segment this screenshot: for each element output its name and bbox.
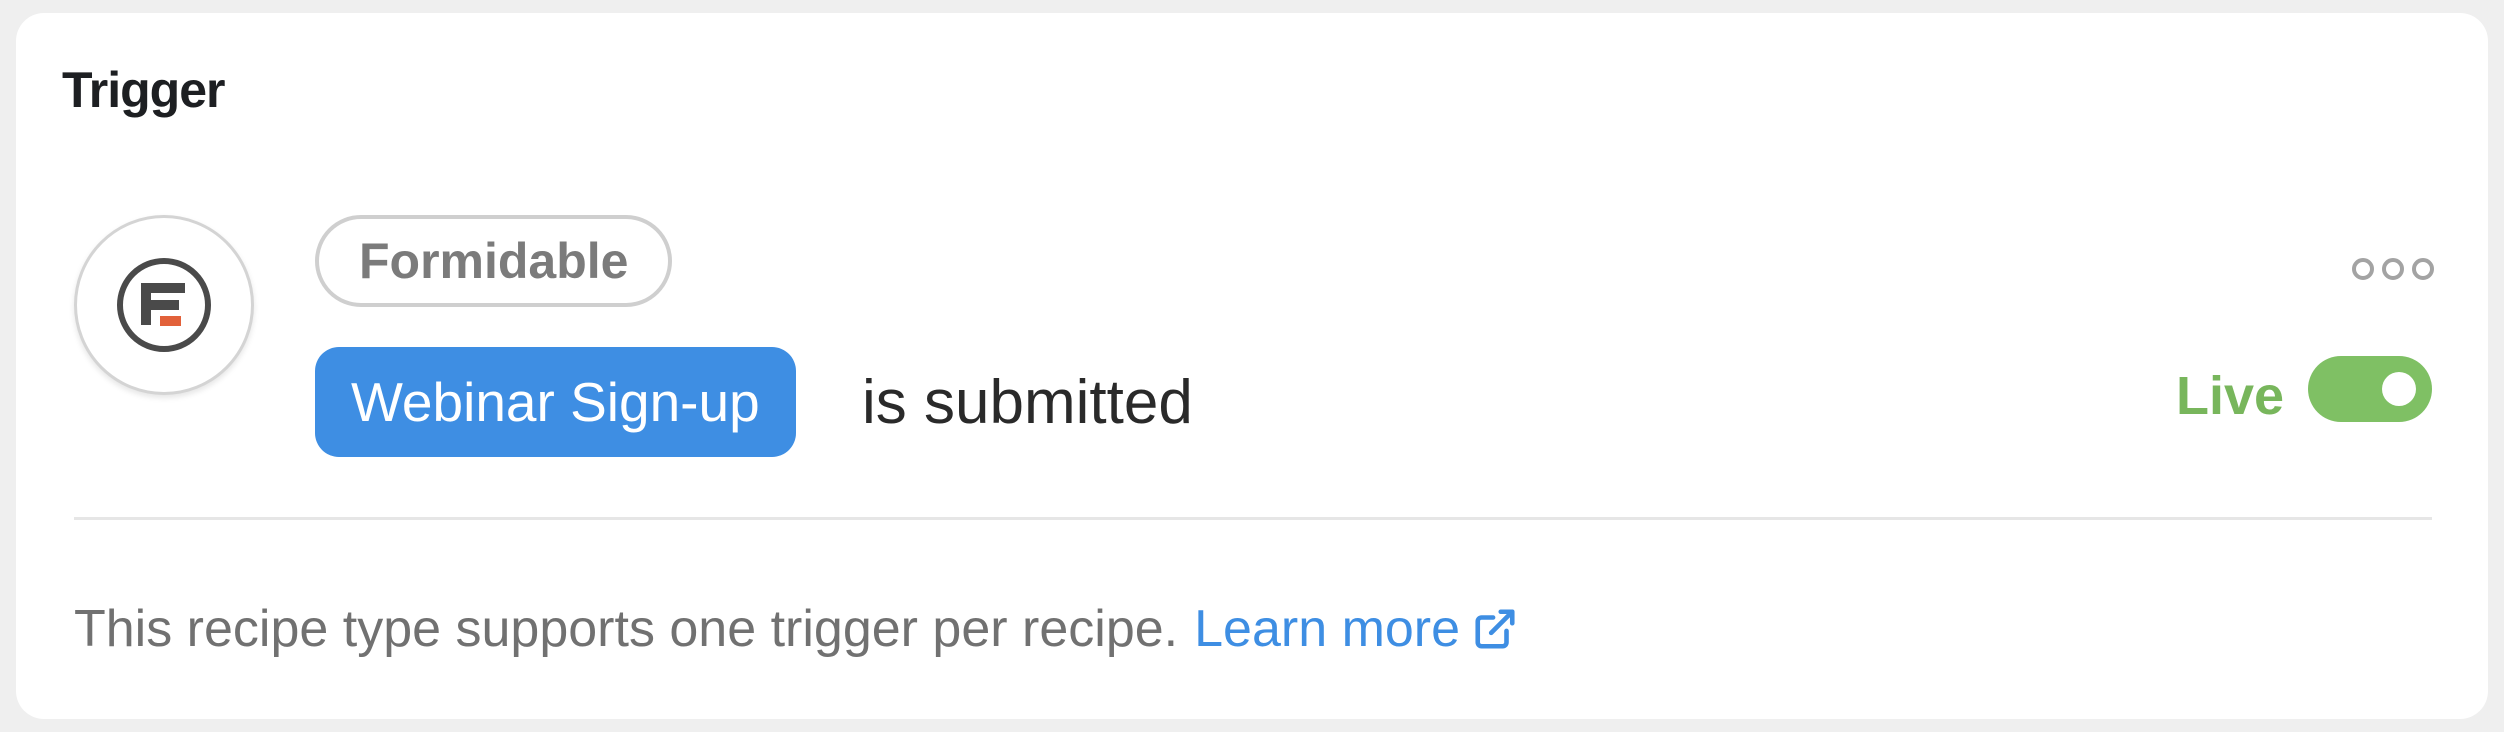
more-options-button[interactable] — [2352, 249, 2434, 289]
learn-more-label: Learn more — [1194, 600, 1461, 658]
divider — [74, 517, 2432, 520]
live-status-label: Live — [2176, 366, 2285, 426]
live-toggle[interactable] — [2308, 356, 2432, 422]
toggle-knob — [2382, 372, 2416, 406]
learn-more-link[interactable]: Learn more — [1194, 599, 1518, 659]
trigger-sentence-text: is submitted — [862, 367, 1193, 437]
card-title: Trigger — [62, 62, 225, 118]
more-dot-icon — [2352, 258, 2374, 280]
integration-name-badge: Formidable — [315, 215, 673, 307]
form-token-button[interactable]: Webinar Sign-up — [315, 347, 796, 457]
more-dot-icon — [2382, 258, 2404, 280]
footer-note-text: This recipe type supports one trigger pe… — [74, 600, 1179, 658]
external-link-icon — [1475, 609, 1515, 649]
more-dot-icon — [2412, 258, 2434, 280]
formidable-logo-icon — [74, 215, 254, 395]
trigger-card: Trigger Formidable Webinar Sign-up is su… — [16, 13, 2488, 719]
footer-note: This recipe type supports one trigger pe… — [74, 599, 1518, 659]
